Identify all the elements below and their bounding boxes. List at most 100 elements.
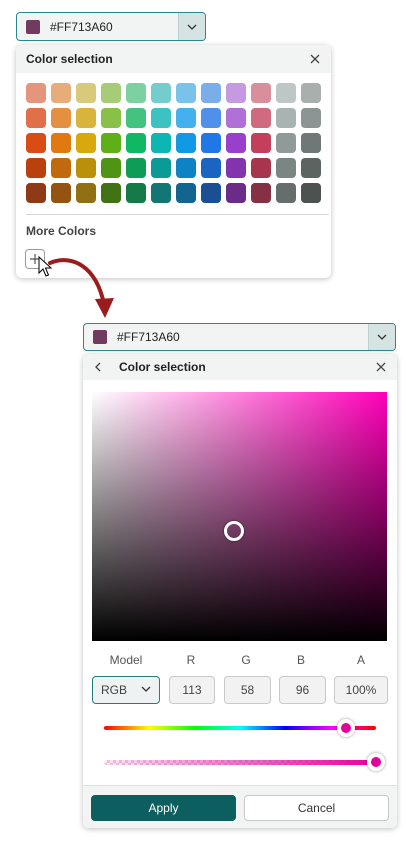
color-swatch[interactable] bbox=[101, 133, 121, 153]
color-swatch[interactable] bbox=[101, 158, 121, 178]
chevron-left-icon bbox=[95, 362, 101, 372]
color-swatch[interactable] bbox=[151, 108, 171, 128]
panel-title: Color selection bbox=[26, 52, 113, 66]
alpha-slider[interactable] bbox=[104, 760, 376, 765]
g-input[interactable]: 58 bbox=[224, 676, 271, 704]
color-swatch[interactable] bbox=[251, 183, 271, 203]
color-swatch[interactable] bbox=[51, 158, 71, 178]
chevron-down-icon bbox=[187, 24, 197, 30]
color-swatch[interactable] bbox=[251, 133, 271, 153]
transition-arrow-icon bbox=[48, 258, 114, 318]
close-icon bbox=[376, 362, 386, 372]
color-swatch[interactable] bbox=[301, 158, 321, 178]
color-swatch[interactable] bbox=[226, 158, 246, 178]
alpha-slider-handle[interactable] bbox=[367, 753, 385, 771]
saturation-value-area[interactable] bbox=[92, 392, 387, 641]
color-swatch[interactable] bbox=[101, 108, 121, 128]
color-swatch[interactable] bbox=[251, 83, 271, 103]
color-swatch[interactable] bbox=[176, 108, 196, 128]
close-icon bbox=[310, 54, 320, 64]
color-swatch[interactable] bbox=[276, 158, 296, 178]
color-swatch[interactable] bbox=[126, 158, 146, 178]
a-input[interactable]: 100% bbox=[334, 676, 388, 704]
back-button[interactable] bbox=[86, 355, 110, 379]
color-swatch[interactable] bbox=[176, 183, 196, 203]
r-label: R bbox=[186, 653, 196, 667]
color-swatch[interactable] bbox=[301, 83, 321, 103]
color-swatch[interactable] bbox=[301, 108, 321, 128]
color-swatch[interactable] bbox=[201, 133, 221, 153]
color-swatch[interactable] bbox=[176, 83, 196, 103]
color-swatch[interactable] bbox=[201, 183, 221, 203]
color-swatch[interactable] bbox=[251, 158, 271, 178]
panel-title: Color selection bbox=[119, 360, 206, 374]
color-swatch[interactable] bbox=[201, 158, 221, 178]
color-swatch[interactable] bbox=[76, 108, 96, 128]
color-swatch[interactable] bbox=[301, 183, 321, 203]
apply-button[interactable]: Apply bbox=[91, 795, 236, 821]
r-value: 113 bbox=[182, 683, 202, 697]
color-swatch[interactable] bbox=[226, 183, 246, 203]
color-swatch[interactable] bbox=[51, 183, 71, 203]
color-selection-panel: Color selection More Colors bbox=[16, 45, 331, 278]
color-swatch[interactable] bbox=[51, 133, 71, 153]
color-swatch[interactable] bbox=[26, 183, 46, 203]
current-color-swatch bbox=[93, 330, 107, 344]
color-swatch[interactable] bbox=[226, 83, 246, 103]
color-swatch[interactable] bbox=[26, 158, 46, 178]
color-swatch[interactable] bbox=[176, 158, 196, 178]
color-swatch[interactable] bbox=[26, 133, 46, 153]
color-swatch[interactable] bbox=[151, 158, 171, 178]
color-swatch[interactable] bbox=[276, 133, 296, 153]
color-swatch[interactable] bbox=[101, 183, 121, 203]
color-swatch[interactable] bbox=[126, 108, 146, 128]
color-swatch[interactable] bbox=[126, 183, 146, 203]
color-swatch[interactable] bbox=[201, 108, 221, 128]
r-input[interactable]: 113 bbox=[169, 676, 215, 704]
color-swatch[interactable] bbox=[201, 83, 221, 103]
color-swatch[interactable] bbox=[226, 108, 246, 128]
close-button[interactable] bbox=[303, 47, 327, 71]
color-swatch[interactable] bbox=[151, 183, 171, 203]
close-button[interactable] bbox=[369, 355, 393, 379]
color-picker-field-expanded[interactable]: #FF713A60 bbox=[83, 323, 396, 351]
color-swatch[interactable] bbox=[276, 83, 296, 103]
hex-value: #FF713A60 bbox=[117, 330, 180, 344]
color-swatch[interactable] bbox=[76, 133, 96, 153]
current-color-swatch bbox=[26, 19, 40, 34]
a-label: A bbox=[356, 653, 365, 667]
color-swatch[interactable] bbox=[26, 108, 46, 128]
color-swatch[interactable] bbox=[151, 133, 171, 153]
color-swatch[interactable] bbox=[151, 83, 171, 103]
color-swatch[interactable] bbox=[126, 83, 146, 103]
color-swatch[interactable] bbox=[76, 183, 96, 203]
color-swatch[interactable] bbox=[176, 133, 196, 153]
color-swatch[interactable] bbox=[276, 183, 296, 203]
color-swatch[interactable] bbox=[301, 133, 321, 153]
color-swatch[interactable] bbox=[26, 83, 46, 103]
color-swatch[interactable] bbox=[101, 83, 121, 103]
b-label: B bbox=[296, 653, 305, 667]
color-swatch[interactable] bbox=[276, 108, 296, 128]
color-swatch[interactable] bbox=[251, 108, 271, 128]
advanced-color-panel: Color selection Model R G B A RGB 113 58… bbox=[83, 354, 397, 828]
color-model-select[interactable]: RGB bbox=[92, 676, 160, 704]
cancel-button[interactable]: Cancel bbox=[244, 795, 389, 821]
color-swatch[interactable] bbox=[51, 108, 71, 128]
color-swatch[interactable] bbox=[51, 83, 71, 103]
color-picker-field[interactable]: #FF713A60 bbox=[16, 12, 206, 41]
hue-slider[interactable] bbox=[104, 726, 376, 730]
dropdown-button[interactable] bbox=[178, 13, 205, 40]
color-swatch[interactable] bbox=[226, 133, 246, 153]
hue-slider-handle[interactable] bbox=[337, 719, 356, 737]
g-label: G bbox=[241, 653, 251, 667]
g-value: 58 bbox=[240, 683, 255, 697]
saturation-value-handle[interactable] bbox=[223, 521, 244, 542]
panel-footer: Apply Cancel bbox=[83, 785, 397, 828]
color-swatch[interactable] bbox=[76, 83, 96, 103]
b-input[interactable]: 96 bbox=[279, 676, 326, 704]
dropdown-button[interactable] bbox=[368, 324, 395, 350]
color-swatch[interactable] bbox=[76, 158, 96, 178]
a-value: 100% bbox=[345, 683, 377, 697]
color-swatch[interactable] bbox=[126, 133, 146, 153]
